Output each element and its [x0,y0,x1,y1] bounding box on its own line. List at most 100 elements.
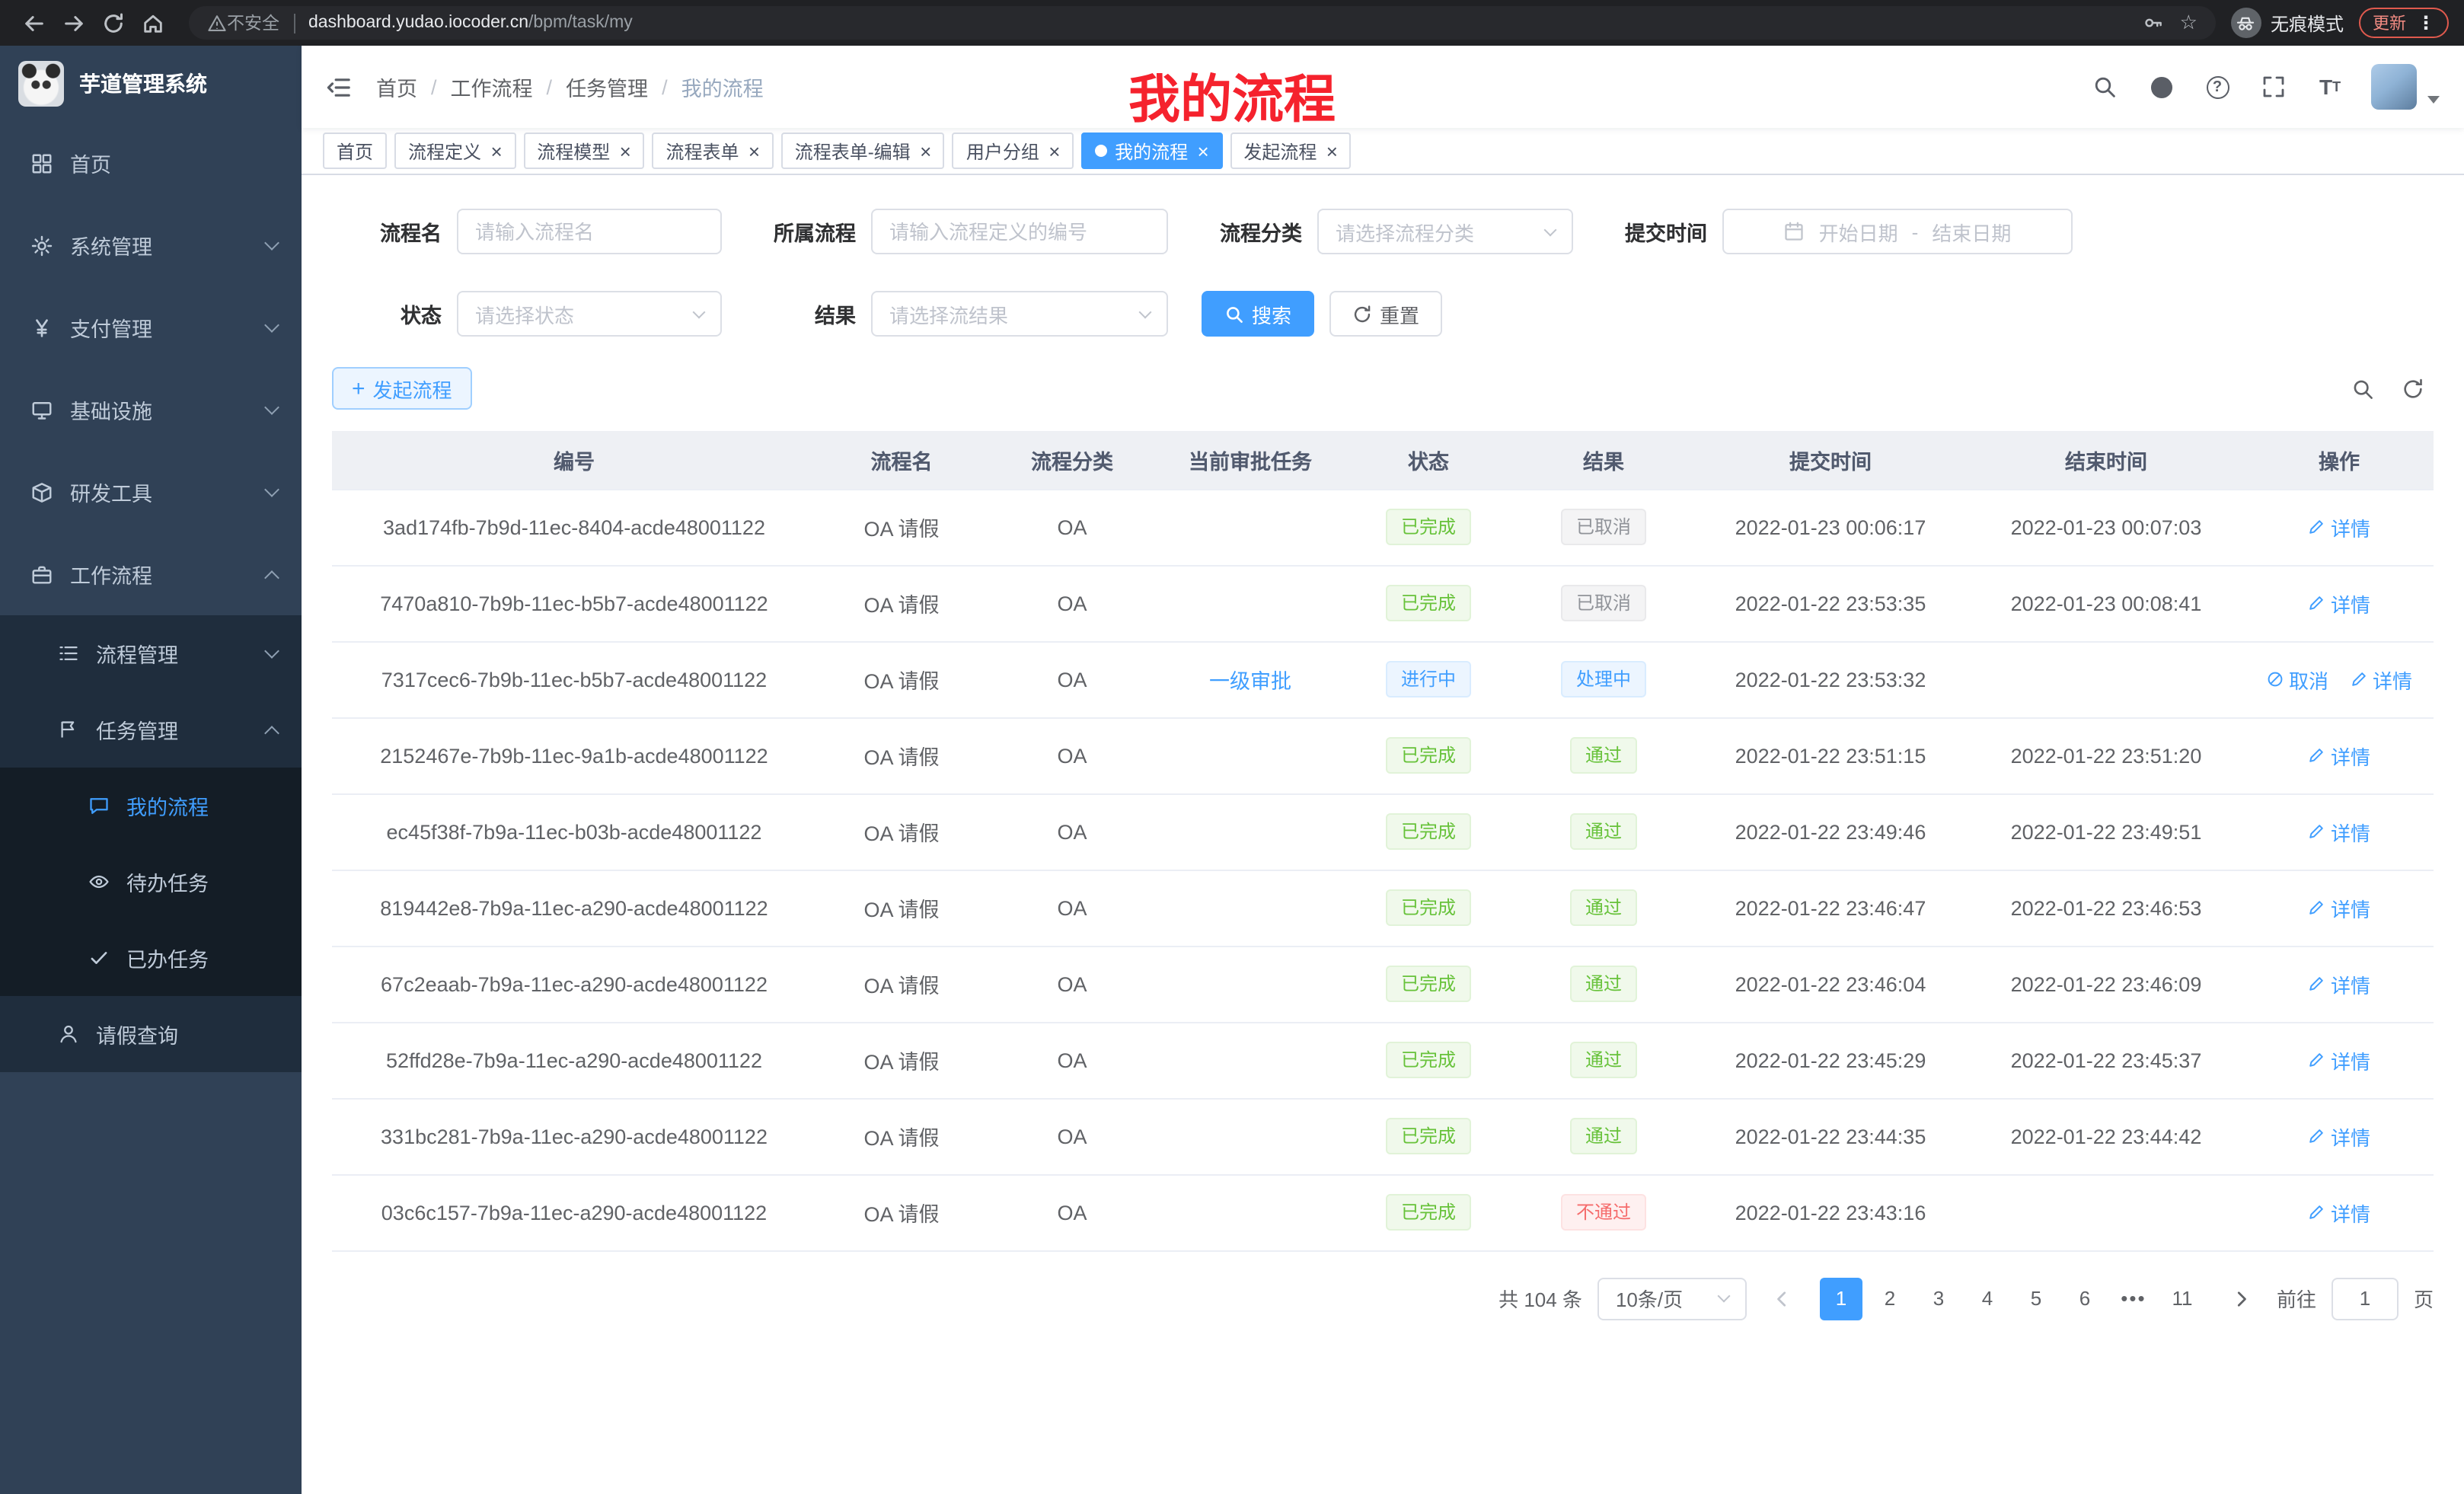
sidebar-item-workflow[interactable]: 工作流程 [0,533,302,615]
result-select[interactable]: 请选择流结果 [871,291,1168,337]
browser-menu-icon[interactable]: ⋮ [2417,12,2435,34]
sidebar-item-todo-tasks[interactable]: 待办任务 [0,844,302,920]
sidebar-item-process-mgmt[interactable]: 流程管理 [0,615,302,691]
browser-home-icon[interactable] [134,5,171,41]
search-button[interactable]: 搜索 [1202,291,1314,337]
navbar: 首页 / 工作流程 / 任务管理 / 我的流程 ? [302,46,2464,128]
prev-page-button[interactable] [1762,1277,1802,1320]
tab-item[interactable]: 流程模型× [523,132,644,169]
action-cancel-link[interactable]: 取消 [2266,665,2328,694]
address-bar[interactable]: 不安全 dashboard.yudao.iocoder.cn/bpm/task/… [189,6,2216,40]
edit-icon [2308,822,2326,841]
cell-id: 331bc281-7b9a-11ec-a290-acde48001122 [332,1098,816,1174]
process-id-input[interactable] [871,209,1168,254]
browser-menu-update[interactable]: 更新 ⋮ [2359,8,2449,38]
edit-icon [2308,518,2326,536]
page-ellipsis[interactable]: ••• [2112,1277,2155,1320]
page-size-select[interactable]: 10条/页 [1597,1277,1747,1320]
reset-button[interactable]: 重置 [1329,291,1442,337]
action-detail-link[interactable]: 详情 [2308,741,2370,770]
breadcrumb-home[interactable]: 首页 [376,72,417,102]
current-task-link[interactable]: 一级审批 [1209,670,1291,693]
bookmark-star-icon[interactable]: ☆ [2180,11,2197,35]
table-refresh-icon[interactable] [2402,377,2424,400]
user-avatar[interactable] [2371,64,2417,110]
browser-reload-icon[interactable] [94,5,131,41]
tab-close-icon[interactable]: × [920,141,931,161]
process-name-input[interactable] [457,209,722,254]
cell-category: OA [987,870,1157,946]
tab-close-icon[interactable]: × [1048,141,1060,161]
status-tag: 已完成 [1386,509,1471,545]
tab-item[interactable]: 发起流程× [1230,132,1351,169]
fullscreen-icon[interactable] [2258,72,2289,102]
tab-item[interactable]: 流程定义× [394,132,515,169]
action-detail-link[interactable]: 详情 [2308,893,2370,922]
font-size-icon[interactable]: TT [2315,72,2345,102]
tab-close-icon[interactable]: × [748,141,760,161]
action-detail-link[interactable]: 详情 [2350,665,2412,694]
action-detail-link[interactable]: 详情 [2308,1198,2370,1227]
page-button[interactable]: 2 [1869,1277,1911,1320]
chevron-down-icon [264,481,279,496]
tab-item[interactable]: 首页 [323,132,387,169]
browser-forward-icon[interactable] [55,5,91,41]
sidebar-item-task-mgmt[interactable]: 任务管理 [0,691,302,768]
tab-item[interactable]: 流程表单× [652,132,773,169]
page-button[interactable]: 5 [2015,1277,2057,1320]
range-separator: - [1912,220,1919,243]
page-button[interactable]: 6 [2063,1277,2106,1320]
page-button[interactable]: 11 [2161,1277,2204,1320]
page-button[interactable]: 1 [1820,1277,1862,1320]
browser-back-icon[interactable] [15,5,52,41]
goto-page-input[interactable] [2332,1277,2399,1320]
action-detail-link[interactable]: 详情 [2308,1122,2370,1151]
filter-submit-time: 提交时间 开始日期 - 结束日期 [1607,209,2073,254]
sidebar-toggle-icon[interactable] [326,74,352,100]
sidebar-item-leave-query[interactable]: 请假查询 [0,996,302,1072]
action-detail-link[interactable]: 详情 [2308,1045,2370,1074]
github-icon[interactable] [2146,72,2176,102]
avatar-caret-icon[interactable] [2427,96,2440,104]
tab-close-icon[interactable]: × [490,141,502,161]
app-logo[interactable]: 芋道管理系统 [0,46,302,122]
task-submenu: 我的流程 待办任务 已办任务 [0,768,302,996]
sidebar-item-infrastructure[interactable]: 基础设施 [0,369,302,451]
header-search-icon[interactable] [2089,72,2120,102]
tab-item[interactable]: 用户分组× [953,132,1074,169]
cell-submit-time: 2022-01-22 23:44:35 [1693,1098,1968,1174]
status-select[interactable]: 请选择状态 [457,291,722,337]
sidebar-item-payment-mgmt[interactable]: 支付管理 [0,286,302,369]
create-process-button[interactable]: + 发起流程 [332,367,472,410]
sidebar-item-my-process[interactable]: 我的流程 [0,768,302,844]
breadcrumb-task-mgmt[interactable]: 任务管理 [566,72,648,102]
sidebar-item-dev-tools[interactable]: 研发工具 [0,451,302,533]
sidebar-item-system-mgmt[interactable]: 系统管理 [0,204,302,286]
date-range-picker[interactable]: 开始日期 - 结束日期 [1722,209,2073,254]
action-detail-link[interactable]: 详情 [2308,589,2370,618]
eye-icon [88,871,110,892]
help-icon[interactable]: ? [2202,72,2233,102]
tab-item[interactable]: 流程表单-编辑× [781,132,945,169]
breadcrumb-workflow[interactable]: 工作流程 [451,72,533,102]
page-button[interactable]: 3 [1917,1277,1960,1320]
tab-close-icon[interactable]: × [1197,141,1208,161]
tab-close-icon[interactable]: × [1326,141,1337,161]
tab-close-icon[interactable]: × [619,141,630,161]
sidebar-item-home[interactable]: 首页 [0,122,302,204]
category-select[interactable]: 请选择流程分类 [1317,209,1573,254]
breadcrumb-separator: / [431,75,437,98]
table-search-icon[interactable] [2351,377,2374,400]
page-button[interactable]: 4 [1966,1277,2009,1320]
flag-icon [58,719,79,740]
column-header: 操作 [2245,431,2434,489]
next-page-button[interactable] [2222,1277,2261,1320]
breadcrumb-current: 我的流程 [681,72,764,102]
tab-item[interactable]: 我的流程× [1081,132,1222,169]
action-detail-link[interactable]: 详情 [2308,512,2370,541]
action-detail-link[interactable]: 详情 [2308,969,2370,998]
chevron-down-icon [1717,1290,1730,1303]
sidebar-item-done-tasks[interactable]: 已办任务 [0,920,302,996]
action-detail-link[interactable]: 详情 [2308,817,2370,846]
password-key-icon[interactable] [2143,12,2165,34]
